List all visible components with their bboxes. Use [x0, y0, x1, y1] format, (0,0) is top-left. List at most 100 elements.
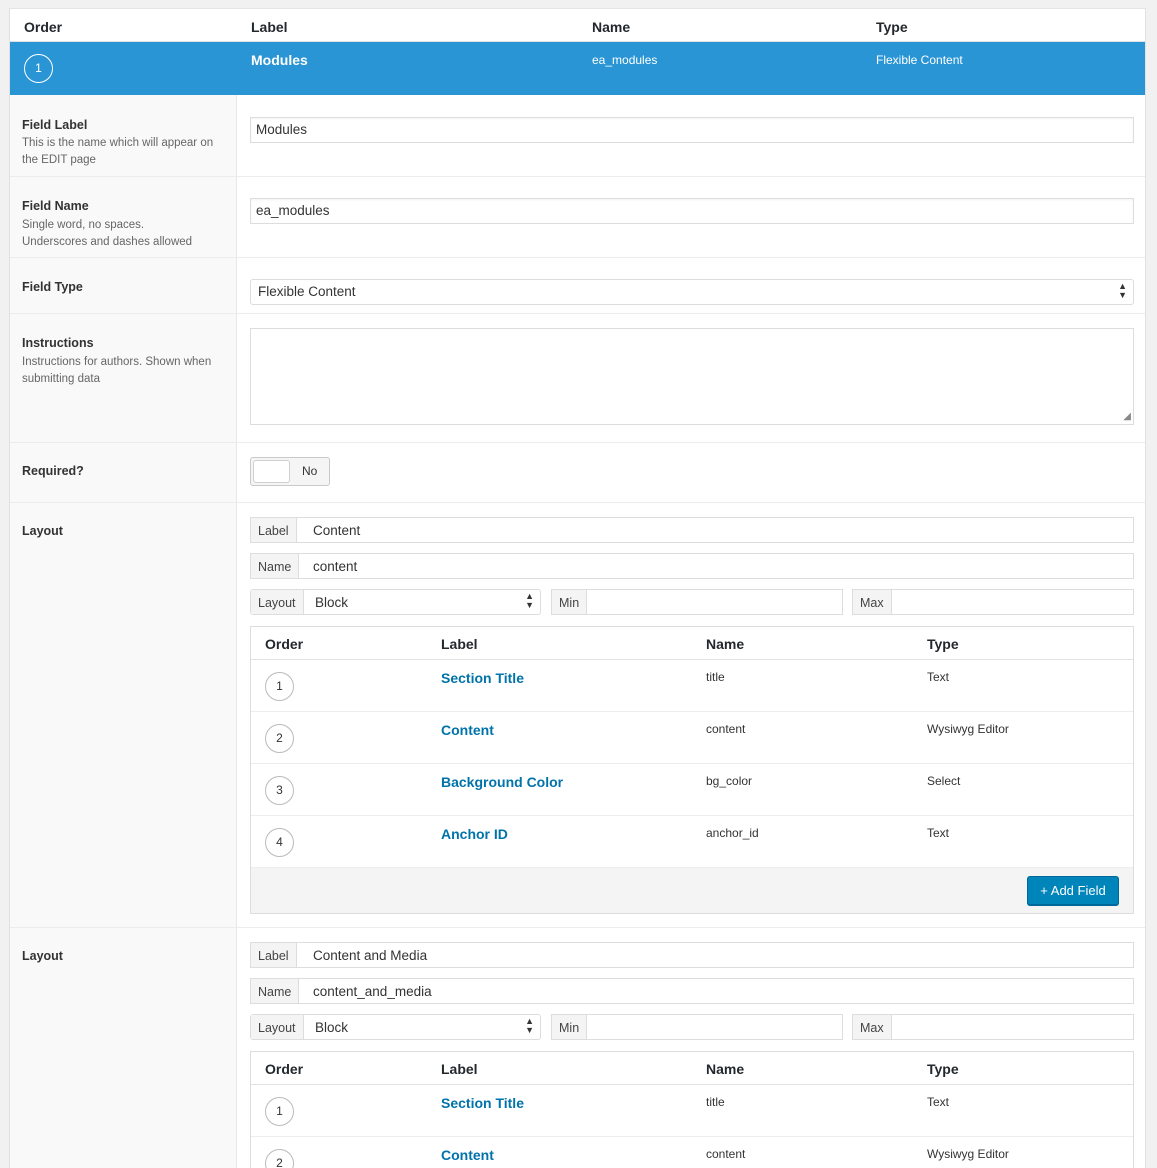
row-type: Wysiwyg Editor	[927, 722, 1009, 736]
header-label: Label	[251, 19, 288, 35]
setting-field-type: Field Type Flexible Content ▲ ▼	[10, 258, 1145, 314]
table-row[interactable]: 1 Section Title title Text	[251, 1085, 1133, 1137]
row-type: Select	[927, 774, 961, 788]
layout-max-input[interactable]: Max	[852, 1014, 1134, 1040]
row-label-link[interactable]: Anchor ID	[441, 826, 508, 842]
instructions-textarea[interactable]: ◢	[250, 328, 1134, 425]
header-name: Name	[592, 19, 631, 35]
add-field-button[interactable]: + Add Field	[1027, 876, 1119, 905]
sub-table-header: Order Label Name Type	[251, 627, 1133, 660]
layout-name-input[interactable]: Name content_and_media	[250, 978, 1134, 1004]
field-name-input[interactable]: ea_modules	[250, 198, 1134, 224]
layout-display-select[interactable]: Layout Block ▲ ▼	[250, 589, 541, 615]
setting-description: This is the name which will appear on th…	[22, 137, 214, 166]
sub-header-order: Order	[265, 636, 304, 652]
layout-display-value: Block	[315, 595, 349, 610]
toggle-knob[interactable]	[253, 460, 290, 483]
setting-description: Instructions for authors. Shown when sub…	[22, 356, 212, 385]
row-order-badge[interactable]: 2	[265, 1149, 294, 1168]
field-order-badge[interactable]: 1	[24, 54, 53, 83]
required-toggle[interactable]: No	[250, 457, 330, 486]
layout-min-input[interactable]: Min	[551, 1014, 843, 1040]
input-prefix: Name	[251, 554, 300, 578]
row-name: anchor_id	[706, 826, 759, 840]
setting-description: Single word, no spaces. Underscores and …	[22, 219, 193, 248]
sub-header-label: Label	[441, 1061, 478, 1077]
row-label-link[interactable]: Content	[441, 722, 494, 738]
header-type: Type	[876, 19, 908, 35]
table-row[interactable]: 2 Content content Wysiwyg Editor	[251, 712, 1133, 764]
field-row-type: Flexible Content	[876, 53, 963, 67]
row-type: Text	[927, 826, 950, 840]
row-type: Wysiwyg Editor	[927, 1147, 1009, 1161]
input-prefix: Max	[853, 1015, 892, 1039]
field-row-label[interactable]: Modules	[251, 52, 308, 68]
resize-grip-icon[interactable]: ◢	[1123, 411, 1131, 422]
field-editor-panel: Order Label Name Type 1 Modules ea_modul…	[9, 8, 1146, 1168]
sub-table-header: Order Label Name Type	[251, 1052, 1133, 1085]
row-name: title	[706, 1095, 725, 1109]
table-row[interactable]: 1 Section Title title Text	[251, 660, 1133, 712]
sub-header-name: Name	[706, 636, 745, 652]
setting-title: Layout	[22, 524, 63, 538]
row-order-badge[interactable]: 3	[265, 776, 294, 805]
layout-fields-table: Order Label Name Type 1 Section Title ti…	[250, 1051, 1134, 1168]
field-type-select[interactable]: Flexible Content ▲ ▼	[250, 279, 1134, 305]
row-order-badge[interactable]: 1	[265, 1097, 294, 1126]
row-label-link[interactable]: Background Color	[441, 774, 563, 790]
setting-title: Field Type	[22, 280, 83, 294]
row-label-link[interactable]: Section Title	[441, 670, 524, 686]
input-prefix: Name	[251, 979, 300, 1003]
layout-name-value: content_and_media	[313, 984, 432, 999]
layout-label-input[interactable]: Label Content and Media	[250, 942, 1134, 968]
toggle-state-label: No	[302, 464, 318, 478]
setting-title: Field Name	[22, 199, 89, 213]
setting-field-name: Field Name Single word, no spaces. Under…	[10, 177, 1145, 258]
field-type-value: Flexible Content	[258, 284, 356, 299]
setting-title: Field Label	[22, 118, 88, 132]
setting-label-column: Layout	[10, 928, 237, 1168]
row-label-link[interactable]: Content	[441, 1147, 494, 1163]
setting-layout-content-and-media: Layout Label Content and Media Name cont…	[10, 928, 1145, 1168]
table-row[interactable]: 2 Content content Wysiwyg Editor	[251, 1137, 1133, 1168]
row-order-badge[interactable]: 2	[265, 724, 294, 753]
field-row-name: ea_modules	[592, 53, 658, 67]
setting-required: Required? No	[10, 443, 1145, 503]
row-name: content	[706, 722, 746, 736]
setting-layout-content: Layout Label Content Name content Layout…	[10, 503, 1145, 928]
layout-name-input[interactable]: Name content	[250, 553, 1134, 579]
setting-label-column: Layout	[10, 503, 237, 927]
table-row[interactable]: 3 Background Color bg_color Select	[251, 764, 1133, 816]
input-prefix: Label	[251, 518, 297, 542]
setting-field-label: Field Label This is the name which will …	[10, 95, 1145, 177]
layout-name-value: content	[313, 559, 358, 574]
field-settings: Field Label This is the name which will …	[10, 95, 1145, 1168]
sub-header-order: Order	[265, 1061, 304, 1077]
row-order-badge[interactable]: 1	[265, 672, 294, 701]
row-name: title	[706, 670, 725, 684]
input-prefix: Label	[251, 943, 297, 967]
sub-header-name: Name	[706, 1061, 745, 1077]
layout-min-input[interactable]: Min	[551, 589, 843, 615]
setting-title: Instructions	[22, 336, 94, 350]
row-type: Text	[927, 670, 950, 684]
row-label-link[interactable]: Section Title	[441, 1095, 524, 1111]
setting-title: Required?	[22, 464, 84, 478]
field-row-modules[interactable]: 1 Modules ea_modules Flexible Content	[10, 42, 1145, 95]
row-order-badge[interactable]: 4	[265, 828, 294, 857]
row-type: Text	[927, 1095, 950, 1109]
layout-max-input[interactable]: Max	[852, 589, 1134, 615]
select-arrows-icon: ▲ ▼	[1118, 281, 1127, 300]
header-order: Order	[24, 19, 63, 35]
setting-label-column: Field Label This is the name which will …	[10, 95, 237, 176]
layout-label-input[interactable]: Label Content	[250, 517, 1134, 543]
fields-table-header: Order Label Name Type	[10, 8, 1145, 42]
layout-label-value: Content	[313, 523, 361, 538]
row-name: content	[706, 1147, 746, 1161]
field-label-input[interactable]: Modules	[250, 117, 1134, 143]
sub-table-footer: + Add Field	[251, 868, 1133, 913]
table-row[interactable]: 4 Anchor ID anchor_id Text	[251, 816, 1133, 868]
setting-label-column: Field Type	[10, 258, 237, 313]
select-arrows-icon: ▲ ▼	[525, 591, 534, 610]
layout-display-select[interactable]: Layout Block ▲ ▼	[250, 1014, 541, 1040]
